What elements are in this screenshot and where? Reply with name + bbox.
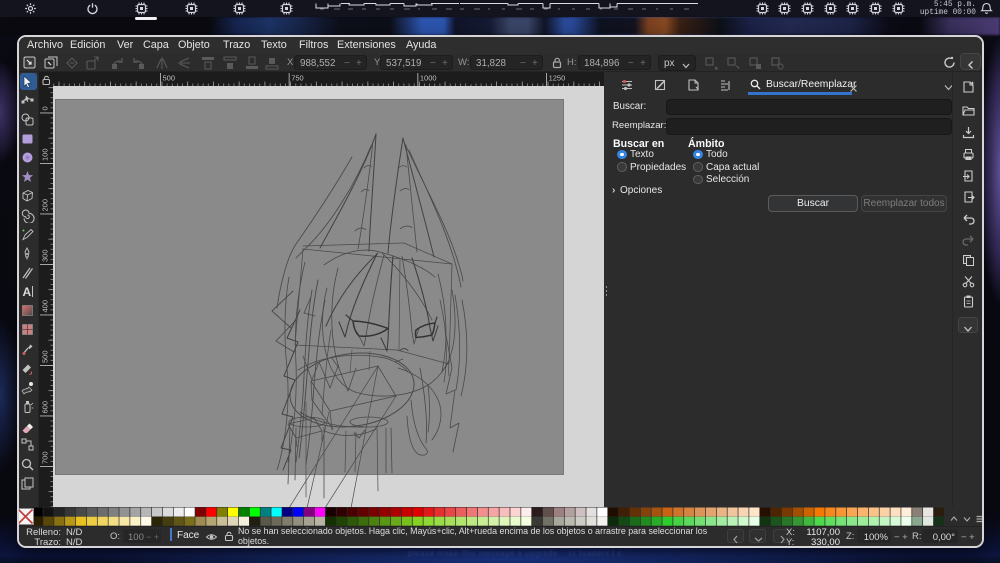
svg-text:100: 100 (41, 148, 50, 161)
svg-text:600: 600 (41, 401, 50, 414)
svg-text:0: 0 (41, 106, 50, 110)
svg-text:500: 500 (41, 350, 50, 363)
svg-text:1000: 1000 (420, 74, 437, 83)
svg-text:750: 750 (291, 74, 304, 83)
svg-text:1250: 1250 (549, 74, 566, 83)
svg-text:500: 500 (163, 74, 176, 83)
svg-text:400: 400 (41, 300, 50, 313)
svg-text:700: 700 (41, 451, 50, 464)
svg-text:300: 300 (41, 249, 50, 262)
svg-text:A: A (23, 285, 32, 299)
svg-text:200: 200 (41, 199, 50, 212)
